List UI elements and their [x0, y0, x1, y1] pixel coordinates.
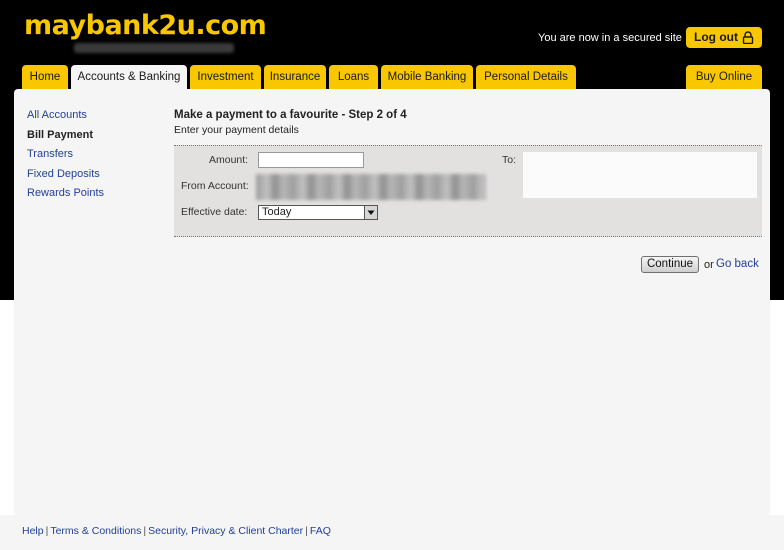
- footer-security-link[interactable]: Security, Privacy & Client Charter: [148, 525, 303, 537]
- sidebar-item-bill-payment[interactable]: Bill Payment: [27, 129, 104, 149]
- lock-icon: [742, 31, 754, 44]
- chevron-down-icon[interactable]: [364, 206, 377, 219]
- tab-insurance[interactable]: Insurance: [264, 65, 326, 89]
- buy-online-tab[interactable]: Buy Online: [686, 65, 762, 89]
- go-back-link[interactable]: Go back: [716, 258, 759, 270]
- secure-site-notice: You are now in a secured site: [538, 32, 682, 44]
- from-account-label: From Account:: [181, 180, 249, 192]
- tab-investment[interactable]: Investment: [190, 65, 261, 89]
- footer-links: Help | Terms & Conditions | Security, Privac…: [22, 525, 331, 537]
- footer-faq-link[interactable]: FAQ: [310, 525, 331, 537]
- logout-button[interactable]: Log out: [686, 27, 762, 48]
- page-subtitle: Enter your payment details: [174, 124, 299, 136]
- tab-personal-details[interactable]: Personal Details: [476, 65, 576, 89]
- tab-accounts-banking[interactable]: Accounts & Banking: [71, 65, 187, 90]
- sidebar-item-rewards-points[interactable]: Rewards Points: [27, 187, 104, 207]
- blurred-date-time: [74, 43, 234, 53]
- continue-button[interactable]: Continue: [641, 256, 699, 273]
- amount-input[interactable]: [258, 152, 364, 168]
- amount-label: Amount:: [209, 154, 249, 166]
- from-account-blurred-value[interactable]: [256, 174, 486, 200]
- to-label: To:: [502, 154, 517, 166]
- or-text: or: [704, 259, 714, 271]
- page-title: Make a payment to a favourite - Step 2 o…: [174, 109, 407, 121]
- payment-form-panel: Amount: From Account: Effective date: To…: [174, 145, 762, 237]
- footer-separator: |: [305, 525, 308, 537]
- logout-label: Log out: [694, 30, 738, 44]
- sidebar: All Accounts Bill Payment Transfers Fixe…: [27, 109, 104, 207]
- sidebar-item-fixed-deposits[interactable]: Fixed Deposits: [27, 168, 104, 188]
- effective-date-select[interactable]: Today: [258, 205, 378, 220]
- maybank2u-logo[interactable]: maybank2u.com: [24, 10, 267, 41]
- tab-mobile-banking[interactable]: Mobile Banking: [381, 65, 473, 89]
- sidebar-item-all-accounts[interactable]: All Accounts: [27, 109, 104, 129]
- footer-terms-link[interactable]: Terms & Conditions: [50, 525, 141, 537]
- tab-loans[interactable]: Loans: [329, 65, 378, 89]
- footer-help-link[interactable]: Help: [22, 525, 44, 537]
- effective-date-label: Effective date:: [181, 206, 248, 218]
- to-recipient-box: [523, 152, 757, 198]
- tab-home[interactable]: Home: [22, 65, 68, 89]
- sidebar-item-transfers[interactable]: Transfers: [27, 148, 104, 168]
- effective-date-selected-value: Today: [262, 206, 292, 218]
